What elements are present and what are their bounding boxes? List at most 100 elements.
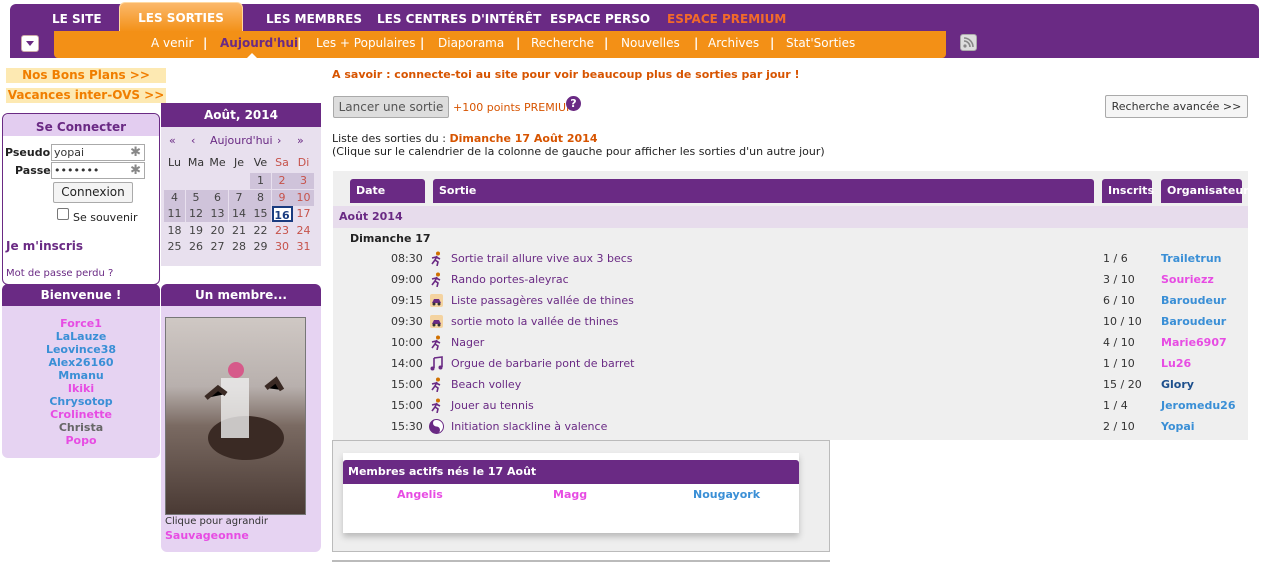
outing-link[interactable]: Liste passagères vallée de thines xyxy=(451,290,634,311)
calendar-day[interactable]: 1 xyxy=(250,173,271,189)
welcome-member-link[interactable]: Force1 xyxy=(2,317,160,330)
nav-les-membres[interactable]: LES MEMBRES xyxy=(266,12,362,26)
organizer-link[interactable]: Yopai xyxy=(1161,416,1195,437)
prev-month-button[interactable]: ‹ xyxy=(191,134,195,147)
birthday-member-link[interactable]: Magg xyxy=(553,488,587,501)
organizer-link[interactable]: Marie6907 xyxy=(1161,332,1227,353)
calendar-day[interactable]: 18 xyxy=(164,223,185,239)
calendar-day[interactable]: 28 xyxy=(229,239,250,255)
connexion-button[interactable]: Connexion xyxy=(53,182,133,203)
calendar-day[interactable]: 7 xyxy=(228,189,250,206)
outing-link[interactable]: Orgue de barbarie pont de barret xyxy=(451,353,634,374)
today-button[interactable]: Aujourd'hui xyxy=(210,134,273,147)
calendar-day[interactable]: 13 xyxy=(207,206,228,222)
help-icon[interactable]: ? xyxy=(566,96,581,111)
organizer-link[interactable]: Souriezz xyxy=(1161,269,1214,290)
calendar-day[interactable]: 17 xyxy=(293,206,314,222)
outing-link[interactable]: Rando portes-aleyrac xyxy=(451,269,569,290)
subnav-stat-sorties[interactable]: Stat'Sorties xyxy=(786,36,855,50)
welcome-member-link[interactable]: LaLauze xyxy=(2,330,160,343)
subnav-diaporama[interactable]: Diaporama xyxy=(438,36,504,50)
welcome-member-link[interactable]: Christa xyxy=(2,421,160,434)
vacances-link[interactable]: Vacances inter-OVS >> xyxy=(6,88,166,103)
welcome-member-link[interactable]: Crolinette xyxy=(2,408,160,421)
welcome-panel: Force1 LaLauze Leovince38 Alex26160 Mmanu Iki… xyxy=(2,306,160,458)
welcome-member-link[interactable]: Mmanu xyxy=(2,369,160,382)
organizer-link[interactable]: Baroudeur xyxy=(1161,311,1226,332)
pseudo-value: yopai xyxy=(54,146,85,159)
calendar-day[interactable]: 4 xyxy=(164,189,185,206)
subnav-archives[interactable]: Archives xyxy=(708,36,759,50)
calendar-day[interactable]: 2 xyxy=(271,173,293,189)
calendar-day[interactable]: 19 xyxy=(186,223,207,239)
calendar-day[interactable]: 24 xyxy=(293,223,314,239)
nav-espace-perso[interactable]: ESPACE PERSO xyxy=(550,12,650,26)
rss-icon[interactable] xyxy=(960,34,977,51)
outing-link[interactable]: Beach volley xyxy=(451,374,521,395)
calendar-day[interactable]: 6 xyxy=(207,189,228,206)
birthday-member-link[interactable]: Angelis xyxy=(397,488,443,501)
calendar-day[interactable]: 21 xyxy=(229,223,250,239)
subnav-a-venir[interactable]: A venir xyxy=(151,36,193,50)
nav-centres-interet[interactable]: LES CENTRES D'INTÉRÊT xyxy=(377,12,541,26)
calendar-day[interactable]: 11 xyxy=(164,206,185,222)
menu-toggle-button[interactable] xyxy=(21,35,39,52)
outing-link[interactable]: Nager xyxy=(451,332,484,353)
welcome-member-link[interactable]: Popo xyxy=(2,434,160,447)
calendar-day[interactable]: 9 xyxy=(271,189,293,206)
organizer-link[interactable]: Lu26 xyxy=(1161,353,1191,374)
birthday-member-link[interactable]: Nougayork xyxy=(693,488,760,501)
calendar-day[interactable]: 16 xyxy=(271,206,293,222)
calendar-day[interactable]: 12 xyxy=(185,206,207,222)
pseudo-input[interactable]: yopai ✱ xyxy=(51,144,145,161)
welcome-member-link[interactable]: Alex26160 xyxy=(2,356,160,369)
calendar-day[interactable]: 23 xyxy=(272,223,293,239)
calendar-day[interactable]: 3 xyxy=(293,173,314,189)
organizer-link[interactable]: Jeromedu26 xyxy=(1161,395,1235,416)
password-input[interactable]: ••••••• ✱ xyxy=(51,162,145,179)
subnav-nouvelles[interactable]: Nouvelles xyxy=(621,36,680,50)
nav-le-site[interactable]: LE SITE xyxy=(52,12,102,26)
nav-les-sorties[interactable]: LES SORTIES xyxy=(119,2,243,32)
calendar-day[interactable]: 30 xyxy=(272,239,293,255)
calendar-day[interactable]: 15 xyxy=(250,206,271,222)
row-inscrits: 6 / 10 xyxy=(1103,294,1135,307)
separator: | xyxy=(770,36,775,50)
advanced-search-button[interactable]: Recherche avancée >> xyxy=(1105,95,1248,118)
welcome-member-link[interactable]: Ikiki xyxy=(2,382,160,395)
subnav-aujourdhui[interactable]: Aujourd'hui xyxy=(220,36,298,50)
register-link[interactable]: Je m'inscris xyxy=(6,239,83,253)
next-month-button[interactable]: › xyxy=(277,134,281,147)
calendar-day[interactable]: 25 xyxy=(164,239,185,255)
forgot-password-link[interactable]: Mot de passe perdu ? xyxy=(6,268,113,279)
calendar-day[interactable]: 5 xyxy=(185,189,207,206)
organizer-link[interactable]: Glory xyxy=(1161,374,1194,395)
next-year-button[interactable]: » xyxy=(297,134,304,147)
calendar-day[interactable]: 14 xyxy=(228,206,250,222)
calendar-day[interactable]: 31 xyxy=(293,239,314,255)
organizer-link[interactable]: Trailetrun xyxy=(1161,248,1222,269)
organizer-link[interactable]: Baroudeur xyxy=(1161,290,1226,311)
calendar-day[interactable]: 10 xyxy=(293,189,314,206)
calendar-day[interactable]: 29 xyxy=(250,239,271,255)
outing-link[interactable]: Initiation slackline à valence xyxy=(451,416,607,437)
subnav-recherche[interactable]: Recherche xyxy=(531,36,594,50)
outing-link[interactable]: Sortie trail allure vive aux 3 becs xyxy=(451,248,633,269)
calendar-day[interactable]: 22 xyxy=(250,223,271,239)
member-photo[interactable] xyxy=(165,317,306,515)
calendar-day[interactable]: 8 xyxy=(250,189,271,206)
prev-year-button[interactable]: « xyxy=(169,134,176,147)
outing-link[interactable]: Jouer au tennis xyxy=(451,395,534,416)
welcome-member-link[interactable]: Leovince38 xyxy=(2,343,160,356)
outing-link[interactable]: sortie moto la vallée de thines xyxy=(451,311,618,332)
subnav-populaires[interactable]: Les + Populaires xyxy=(316,36,416,50)
member-name-link[interactable]: Sauvageonne xyxy=(165,529,249,542)
welcome-member-link[interactable]: Chrysotop xyxy=(2,395,160,408)
bons-plans-link[interactable]: Nos Bons Plans >> xyxy=(6,68,166,83)
calendar-day[interactable]: 26 xyxy=(186,239,207,255)
calendar-day[interactable]: 20 xyxy=(207,223,228,239)
nav-espace-premium[interactable]: ESPACE PREMIUM xyxy=(667,12,786,26)
remember-checkbox[interactable] xyxy=(57,208,69,220)
calendar-day[interactable]: 27 xyxy=(207,239,228,255)
launch-outing-button[interactable]: Lancer une sortie xyxy=(333,96,449,118)
